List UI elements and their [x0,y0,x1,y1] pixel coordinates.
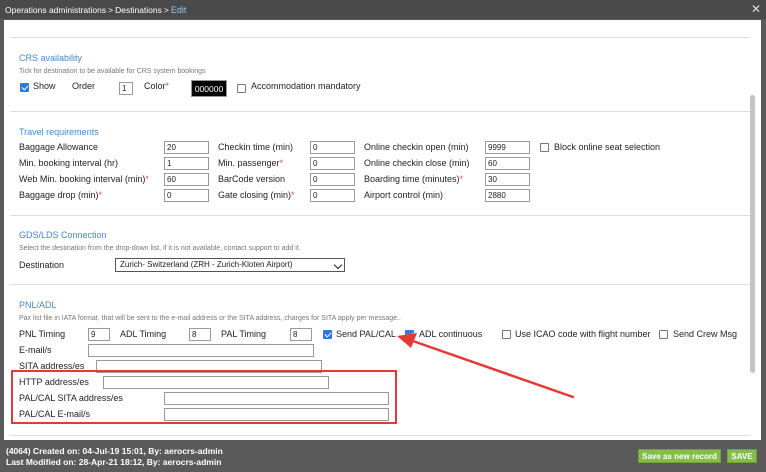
save-as-new-record-button[interactable]: Save as new record [638,449,721,463]
annotation-arrow-head [397,333,417,348]
modified-info: Last Modified on: 28-Apr-21 18:12, By: a… [6,457,222,467]
annotation-arrow [397,333,575,399]
save-button[interactable]: SAVE [727,449,757,463]
record-footer: (4064) Created on: 04-Jul-19 15:01, By: … [0,440,766,472]
annotation-arrow-shaft [408,338,575,399]
created-info: (4064) Created on: 04-Jul-19 15:01, By: … [6,446,223,456]
